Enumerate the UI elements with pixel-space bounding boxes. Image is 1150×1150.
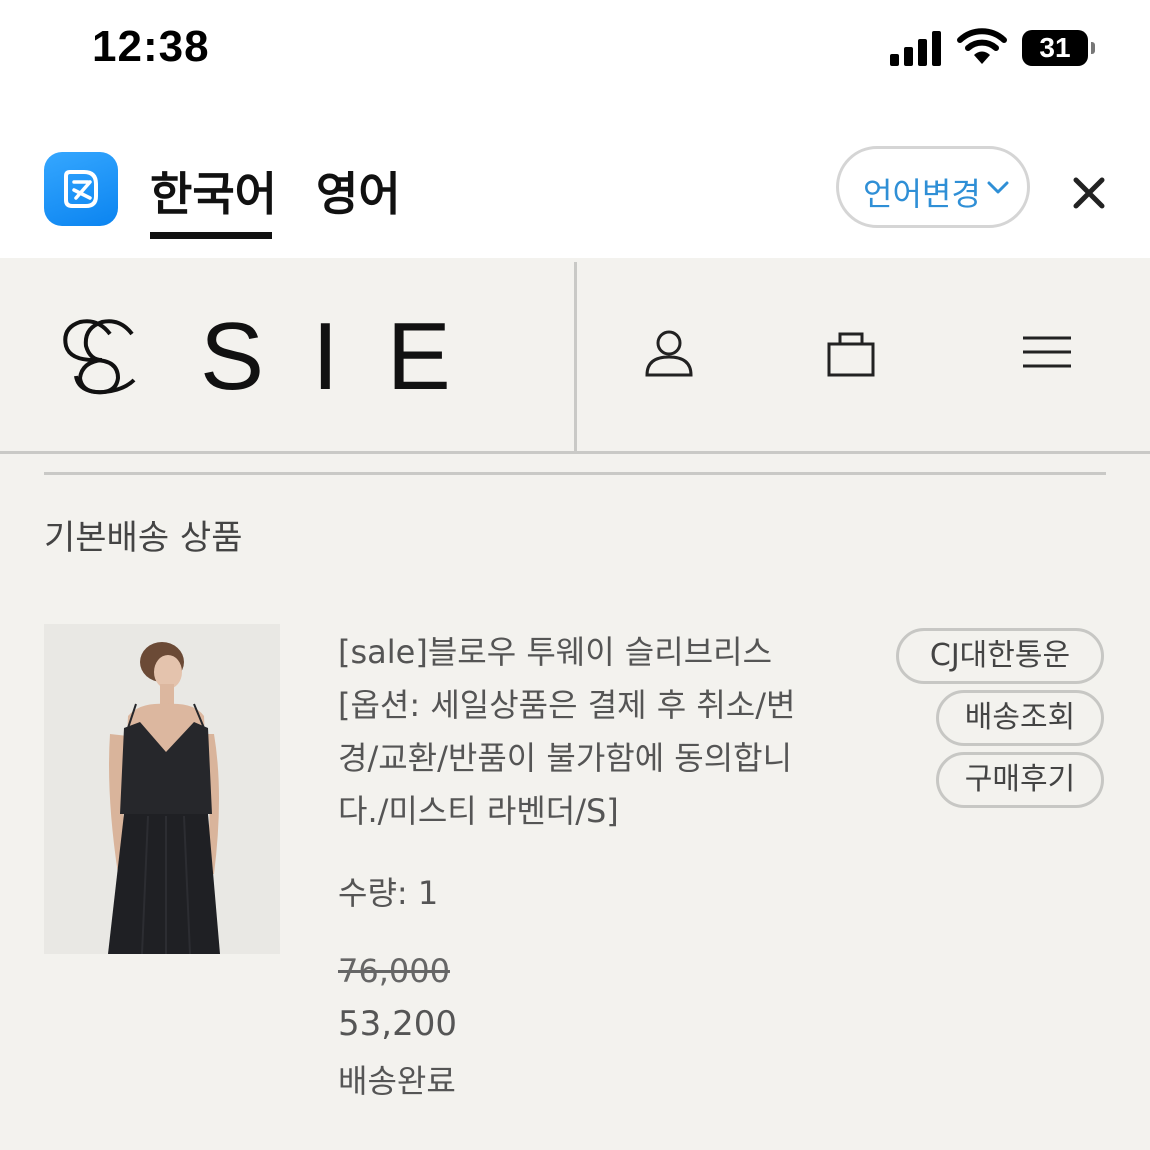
product-name[interactable]: [sale]블로우 투웨이 슬리브리스 [옵션: 세일상품은 결제 후 취소/변… bbox=[338, 626, 808, 838]
tab-english[interactable]: 영어 bbox=[316, 158, 401, 224]
wifi-icon bbox=[957, 28, 1007, 64]
translate-app-icon[interactable] bbox=[44, 152, 118, 226]
product-photo bbox=[44, 624, 280, 954]
translate-bar: 한국어 영어 언어변경 bbox=[0, 100, 1150, 258]
site-header: SIE bbox=[0, 258, 1150, 454]
active-tab-indicator bbox=[150, 232, 272, 239]
menu-icon[interactable] bbox=[1022, 328, 1072, 378]
cellular-signal-icon bbox=[890, 30, 944, 66]
change-language-button[interactable]: 언어변경 bbox=[836, 146, 1030, 228]
translate-logo-glyph bbox=[64, 170, 98, 208]
original-price: 76,000 bbox=[338, 952, 450, 990]
status-time: 12:38 bbox=[92, 22, 210, 71]
delivery-status: 배송완료 bbox=[338, 1062, 456, 1100]
user-icon[interactable] bbox=[644, 328, 694, 378]
change-language-label: 언어변경 bbox=[863, 175, 981, 213]
brand-logo-icon[interactable] bbox=[56, 316, 140, 396]
close-icon[interactable] bbox=[1066, 170, 1112, 216]
product-quantity: 수량: 1 bbox=[338, 874, 439, 912]
shopping-bag-icon[interactable] bbox=[826, 328, 876, 378]
track-delivery-button[interactable]: 배송조회 bbox=[936, 690, 1104, 746]
courier-button[interactable]: CJ대한통운 bbox=[896, 628, 1104, 684]
header-divider bbox=[574, 262, 577, 454]
product-image[interactable] bbox=[44, 624, 280, 954]
tab-korean[interactable]: 한국어 bbox=[150, 158, 277, 224]
section-title: 기본배송 상품 bbox=[44, 518, 243, 558]
status-bar: 12:38 31 bbox=[0, 0, 1150, 100]
battery-level: 31 bbox=[1039, 32, 1071, 63]
sale-price: 53,200 bbox=[338, 1004, 457, 1044]
brand-name[interactable]: SIE bbox=[200, 302, 499, 412]
write-review-button[interactable]: 구매후기 bbox=[936, 752, 1104, 808]
section-divider bbox=[44, 472, 1106, 475]
battery-nub bbox=[1091, 42, 1095, 54]
chevron-down-icon bbox=[987, 181, 1009, 194]
